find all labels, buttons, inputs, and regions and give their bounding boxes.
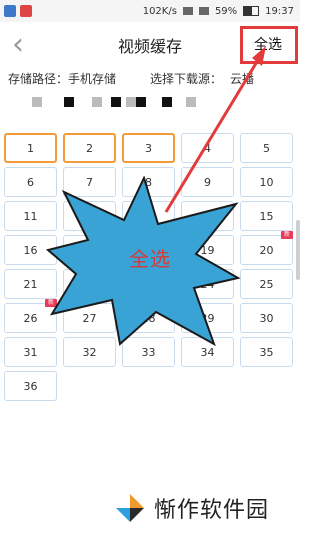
page-title: 视频缓存 xyxy=(117,37,182,56)
episode-cell[interactable]: 2 xyxy=(63,133,116,163)
select-all-button[interactable]: 全选 xyxy=(244,30,292,58)
episode-number: 5 xyxy=(263,141,270,155)
episode-number: 25 xyxy=(259,277,274,291)
episode-number: 30 xyxy=(259,311,274,325)
back-button[interactable]: ‹ xyxy=(4,22,32,68)
episode-cell[interactable]: 3 xyxy=(122,133,175,163)
episode-number: 26 xyxy=(23,311,38,325)
storage-path[interactable]: 存储路径：手机存储 xyxy=(8,70,116,87)
episode-number: 31 xyxy=(23,345,38,359)
watermark: 惭作软件园 xyxy=(106,482,308,533)
episode-number: 16 xyxy=(23,243,38,257)
status-right: 102K/s 59% 19:37 xyxy=(143,6,300,17)
chevron-left-icon: ‹ xyxy=(12,27,24,62)
status-left xyxy=(0,5,32,17)
battery-icon xyxy=(243,6,260,16)
notification-app-icon xyxy=(4,5,16,17)
episode-number: 21 xyxy=(23,277,38,291)
episode-number: 33 xyxy=(141,345,156,359)
wifi-icon xyxy=(182,7,193,15)
watermark-text: 惭作软件园 xyxy=(154,497,270,523)
mosaic-block xyxy=(162,97,172,107)
episode-number: 20 xyxy=(259,243,274,257)
watermark-logo-icon xyxy=(114,492,146,524)
episode-number: 32 xyxy=(82,345,97,359)
episode-cell[interactable]: 4 xyxy=(181,133,234,163)
mosaic-block xyxy=(136,97,146,107)
episode-cell[interactable]: 30 xyxy=(240,303,293,333)
episode-cell[interactable]: 35 xyxy=(240,337,293,367)
clock: 19:37 xyxy=(265,5,294,17)
episode-number: 3 xyxy=(145,141,152,155)
episode-cell[interactable]: 10 xyxy=(240,167,293,197)
episode-cell[interactable]: 20 xyxy=(240,235,293,265)
episode-number: 2 xyxy=(86,141,93,155)
download-info: 存储路径：手机存储 选择下载源： 云播 xyxy=(0,68,300,88)
mosaic-block xyxy=(64,97,74,107)
mosaic-block xyxy=(186,97,196,107)
episode-number: 35 xyxy=(259,345,274,359)
top-app-bar: ‹ 视频缓存 全选 xyxy=(0,22,300,68)
mosaic-block xyxy=(32,97,42,107)
episode-cell[interactable]: 25 xyxy=(240,269,293,299)
download-source-value[interactable]: 云播 xyxy=(230,70,254,87)
episode-number: 15 xyxy=(259,209,274,223)
censored-area xyxy=(0,92,300,112)
episode-cell[interactable]: 36 xyxy=(4,371,57,401)
battery-percent: 59% xyxy=(214,5,238,17)
mosaic-block xyxy=(126,97,136,107)
episode-cell[interactable]: 5 xyxy=(240,133,293,163)
episode-number: 6 xyxy=(27,175,34,189)
new-badge: 新 xyxy=(281,231,293,239)
episode-number: 10 xyxy=(259,175,274,189)
network-speed: 102K/s xyxy=(142,5,177,17)
episode-number: 4 xyxy=(204,141,211,155)
episode-number: 1 xyxy=(27,141,34,155)
episode-number: 11 xyxy=(23,209,38,223)
notification-app-icon xyxy=(20,5,32,17)
episode-cell[interactable]: 15 xyxy=(240,201,293,231)
scrollbar[interactable] xyxy=(296,220,300,280)
mosaic-block xyxy=(111,97,121,107)
episode-number: 34 xyxy=(200,345,215,359)
starburst-label: 全选 xyxy=(129,247,171,271)
episode-number: 36 xyxy=(23,379,38,393)
status-bar: 102K/s 59% 19:37 xyxy=(0,0,300,22)
download-source-label: 选择下载源： xyxy=(150,72,223,86)
episode-cell[interactable]: 1 xyxy=(4,133,57,163)
signal-icon xyxy=(198,7,209,15)
mosaic-block xyxy=(92,97,102,107)
